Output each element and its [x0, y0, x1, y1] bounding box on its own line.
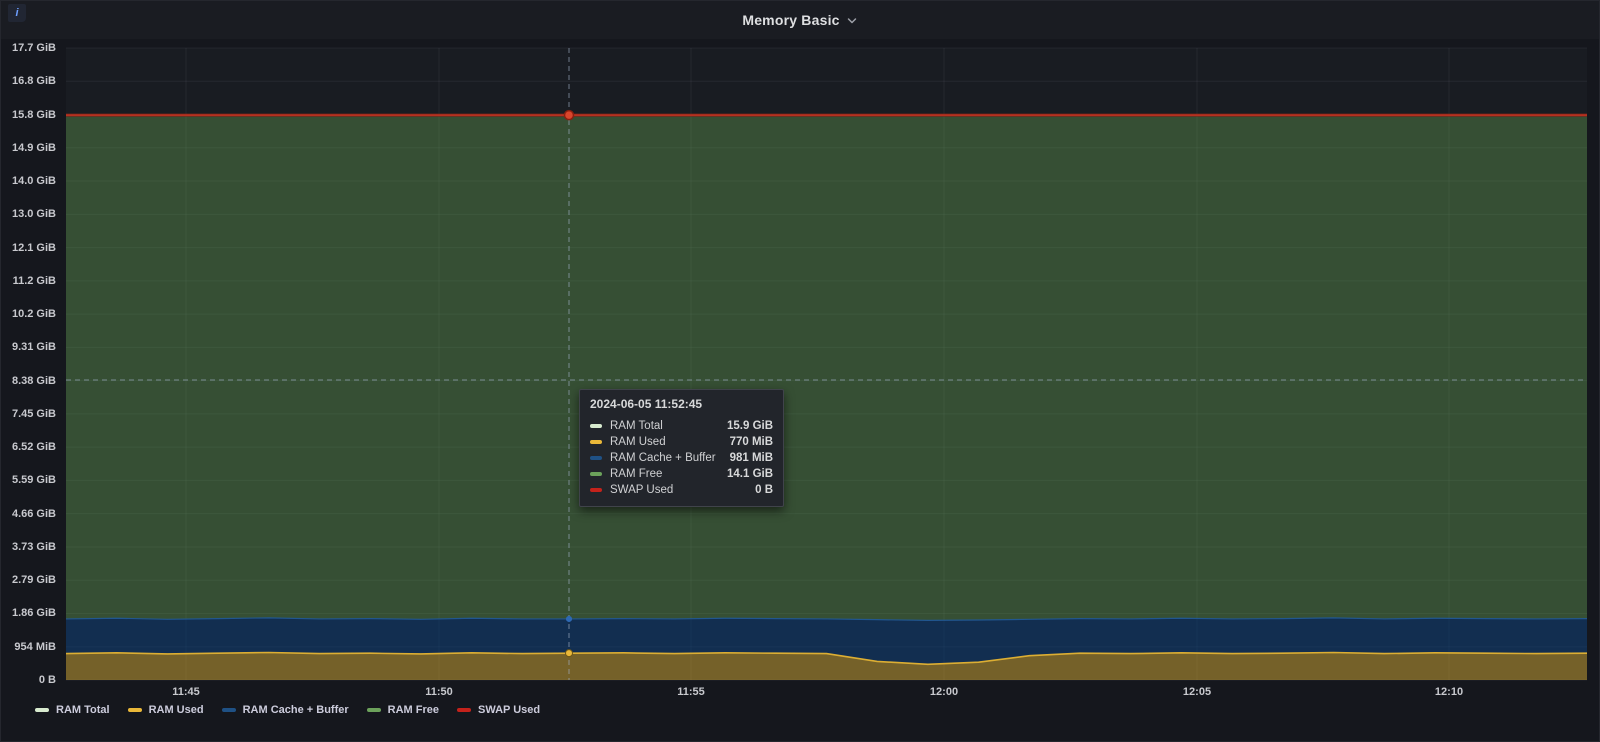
legend-series-swatch [367, 708, 381, 712]
tooltip-series-swatch [590, 456, 602, 460]
memory-basic-panel: i Memory Basic 17.7 GiB16.8 GiB15.8 GiB1… [0, 0, 1600, 742]
tooltip-row: RAM Used 770 MiB [590, 434, 773, 450]
legend-item-ram-cache-buffer[interactable]: RAM Cache + Buffer [222, 704, 349, 716]
tooltip-series-swatch [590, 488, 602, 492]
y-axis-tick-label: 2.79 GiB [1, 574, 56, 586]
legend-item-ram-used[interactable]: RAM Used [128, 704, 204, 716]
legend: RAM Total RAM Used RAM Cache + Buffer RAM F… [35, 704, 540, 716]
tooltip-series-value: 15.9 GiB [713, 420, 773, 432]
y-axis-tick-label: 6.52 GiB [1, 441, 56, 453]
y-axis-tick-label: 8.38 GiB [1, 375, 56, 387]
x-axis-tick-label: 11:45 [156, 686, 216, 698]
legend-series-swatch [35, 708, 49, 712]
legend-series-label: RAM Free [388, 704, 439, 716]
tooltip-series-swatch [590, 472, 602, 476]
y-axis-tick-label: 15.8 GiB [1, 109, 56, 121]
y-axis-tick-label: 0 B [1, 674, 56, 686]
legend-series-swatch [222, 708, 236, 712]
y-axis-tick-label: 3.73 GiB [1, 541, 56, 553]
x-axis-tick-label: 12:10 [1419, 686, 1479, 698]
y-axis-tick-label: 4.66 GiB [1, 508, 56, 520]
y-axis-tick-label: 16.8 GiB [1, 75, 56, 87]
y-axis-tick-label: 10.2 GiB [1, 308, 56, 320]
legend-item-ram-total[interactable]: RAM Total [35, 704, 110, 716]
tooltip-series-swatch [590, 424, 602, 428]
tooltip-series-label: RAM Free [610, 468, 662, 480]
legend-series-label: RAM Cache + Buffer [243, 704, 349, 716]
tooltip-series-label: RAM Cache + Buffer [610, 452, 716, 464]
x-axis-tick-label: 12:00 [914, 686, 974, 698]
tooltip-timestamp: 2024-06-05 11:52:45 [590, 397, 773, 411]
y-axis-tick-label: 1.86 GiB [1, 607, 56, 619]
tooltip-series-value: 981 MiB [716, 452, 773, 464]
tooltip-series-label: SWAP Used [610, 484, 673, 496]
chart-tooltip: 2024-06-05 11:52:45 RAM Total15.9 GiBRAM… [579, 389, 784, 507]
y-axis-tick-label: 7.45 GiB [1, 408, 56, 420]
tooltip-row: RAM Cache + Buffer981 MiB [590, 450, 773, 466]
x-axis-tick-label: 12:05 [1167, 686, 1227, 698]
tooltip-series-swatch [590, 440, 602, 444]
tooltip-row: RAM Free 14.1 GiB [590, 466, 773, 482]
y-axis-tick-label: 9.31 GiB [1, 341, 56, 353]
legend-series-label: RAM Total [56, 704, 110, 716]
legend-series-label: RAM Used [149, 704, 204, 716]
tooltip-series-label: RAM Total [610, 420, 663, 432]
x-axis-tick-label: 11:55 [661, 686, 721, 698]
panel-info-icon[interactable]: i [8, 4, 26, 22]
y-axis-tick-label: 12.1 GiB [1, 242, 56, 254]
info-icon-glyph: i [15, 7, 18, 19]
y-axis-tick-label: 954 MiB [1, 641, 56, 653]
tooltip-series-value: 0 B [741, 484, 773, 496]
y-axis-tick-label: 14.0 GiB [1, 175, 56, 187]
x-axis-tick-label: 11:50 [409, 686, 469, 698]
y-axis-tick-label: 14.9 GiB [1, 142, 56, 154]
y-axis-tick-label: 13.0 GiB [1, 208, 56, 220]
tooltip-series-value: 770 MiB [716, 436, 773, 448]
chart-plot-area[interactable] [1, 1, 1600, 742]
legend-item-swap-used[interactable]: SWAP Used [457, 704, 540, 716]
tooltip-rows: RAM Total15.9 GiBRAM Used770 MiBRAM Cach… [590, 418, 773, 498]
tooltip-row: SWAP Used 0 B [590, 482, 773, 498]
y-axis-tick-label: 11.2 GiB [1, 275, 56, 287]
y-axis-tick-label: 5.59 GiB [1, 474, 56, 486]
tooltip-series-value: 14.1 GiB [713, 468, 773, 480]
y-axis-tick-label: 17.7 GiB [1, 42, 56, 54]
legend-series-label: SWAP Used [478, 704, 540, 716]
tooltip-series-label: RAM Used [610, 436, 666, 448]
legend-series-swatch [128, 708, 142, 712]
legend-series-swatch [457, 708, 471, 712]
tooltip-row: RAM Total 15.9 GiB [590, 418, 773, 434]
legend-item-ram-free[interactable]: RAM Free [367, 704, 439, 716]
